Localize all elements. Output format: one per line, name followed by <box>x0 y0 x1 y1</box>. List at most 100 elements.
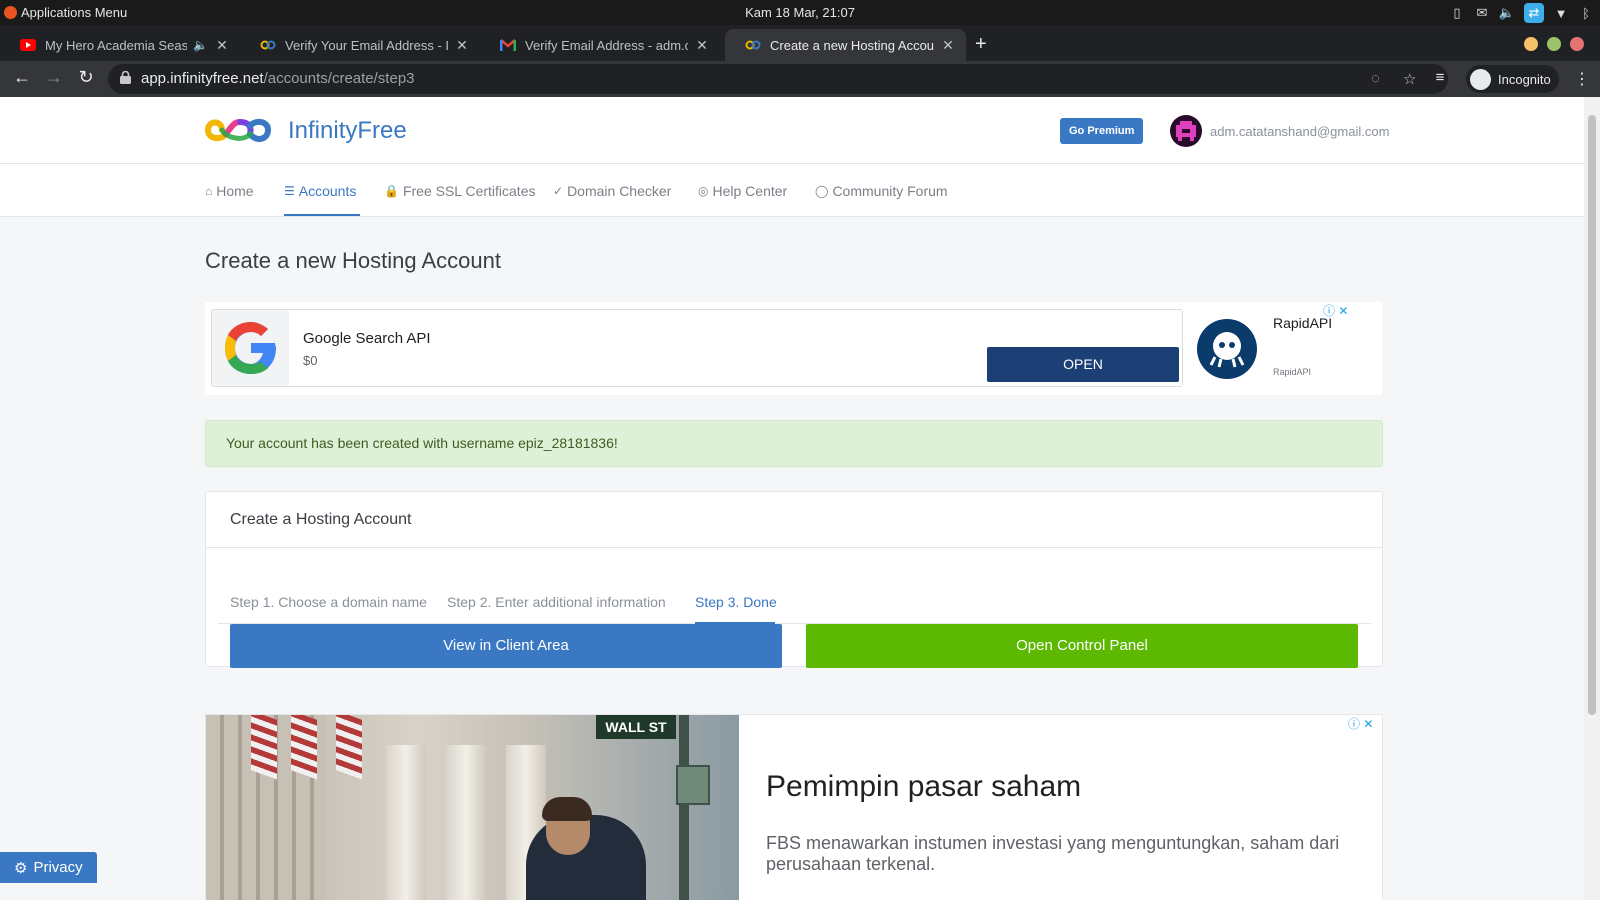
ad-card[interactable]: Google Search API $0 OPEN <box>211 309 1183 387</box>
clock[interactable]: Kam 18 Mar, 21:07 <box>0 5 1600 20</box>
url-host: app.infinityfree.net <box>141 70 264 87</box>
open-control-panel-button[interactable]: Open Control Panel <box>806 624 1358 668</box>
browser-toolbar: ← → ↻ app.infinityfree.net/accounts/crea… <box>0 61 1600 97</box>
incognito-icon <box>1470 68 1491 90</box>
chat-icon: ◯ <box>815 184 829 198</box>
ad-title[interactable]: Google Search API <box>303 330 431 347</box>
browser-tab-strip: My Hero Academia Season 🔈 ✕ Verify Your … <box>0 25 1600 61</box>
tab-close-icon[interactable]: ✕ <box>214 37 230 54</box>
bookmark-star-icon[interactable]: ☆ <box>1403 70 1416 88</box>
os-top-bar: Applications Menu Kam 18 Mar, 21:07 ▯ ✉ … <box>0 0 1600 25</box>
tab-title: Create a new Hosting Account - <box>770 37 934 53</box>
flag <box>336 715 362 780</box>
browser-menu-icon[interactable]: ⋮ <box>1574 69 1590 89</box>
street-lamp <box>676 765 710 805</box>
tab-verify-email-infinityfree[interactable]: Verify Your Email Address - Infin ✕ <box>240 29 480 61</box>
forward-icon[interactable]: → <box>42 67 66 88</box>
ad-banner-bottom[interactable]: WALL ST Pemimpin pasar saham FBS menawar… <box>205 714 1383 900</box>
infinityfree-icon <box>260 37 276 53</box>
infinityfree-icon <box>745 37 761 53</box>
wall-street-sign: WALL ST <box>596 715 676 739</box>
youtube-icon <box>20 37 36 53</box>
nav-item-domain-checker[interactable]: ✓ Domain Checker <box>553 183 671 199</box>
nav-item-community-forum[interactable]: ◯ Community Forum <box>815 183 948 199</box>
brand-name[interactable]: InfinityFree <box>288 117 407 145</box>
check-circle-icon: ✓ <box>553 184 564 198</box>
main-navigation: ⌂ Home ☰ Accounts 🔒 Free SSL Certificate… <box>0 164 1584 217</box>
mail-icon[interactable]: ✉ <box>1474 5 1490 21</box>
nav-item-accounts[interactable]: ☰ Accounts <box>284 183 356 199</box>
user-email[interactable]: adm.catatanshand@gmail.com <box>1210 124 1389 139</box>
sign-post <box>679 715 689 900</box>
server-icon: ☰ <box>284 184 295 198</box>
reload-icon[interactable]: ↻ <box>74 67 98 88</box>
bluetooth-icon[interactable]: ᛒ <box>1578 5 1594 21</box>
ad-image[interactable]: WALL ST <box>206 715 739 900</box>
tab-audio-icon[interactable]: 🔈 <box>193 38 208 52</box>
reading-list-icon[interactable]: ≡ <box>1428 69 1452 86</box>
incognito-label: Incognito <box>1498 71 1551 87</box>
card-title: Create a Hosting Account <box>230 511 412 528</box>
eye-off-icon[interactable]: ◌ <box>1371 70 1380 87</box>
maximize-window-button[interactable] <box>1547 37 1561 51</box>
view-in-client-area-button[interactable]: View in Client Area <box>230 624 782 668</box>
lifebuoy-icon: ◎ <box>698 184 709 198</box>
rapidapi-logo-icon[interactable] <box>1197 319 1257 379</box>
step-3: Step 3. Done <box>695 594 777 610</box>
tab-close-icon[interactable]: ✕ <box>940 37 956 54</box>
nav-item-help-center[interactable]: ◎ Help Center <box>698 183 787 199</box>
privacy-settings-button[interactable]: ⚙ Privacy <box>0 852 97 883</box>
nav-item-home[interactable]: ⌂ Home <box>205 183 254 199</box>
step-2: Step 2. Enter additional information <box>447 594 666 610</box>
adchoices-close-icon[interactable]: ⓘ ✕ <box>1348 715 1373 732</box>
ad-open-button[interactable]: OPEN <box>987 347 1179 382</box>
page-title: Create a new Hosting Account <box>205 248 501 273</box>
nav-item-free-ssl[interactable]: 🔒 Free SSL Certificates <box>384 183 535 199</box>
new-tab-button[interactable]: + <box>975 33 987 56</box>
tab-gmail[interactable]: Verify Email Address - adm.cata ✕ <box>480 29 720 61</box>
google-logo-icon <box>212 310 289 386</box>
web-page: InfinityFree Go Premium adm.catatanshand… <box>0 97 1584 900</box>
tab-youtube[interactable]: My Hero Academia Season 🔈 ✕ <box>0 29 240 61</box>
tab-close-icon[interactable]: ✕ <box>454 37 470 54</box>
column <box>446 745 486 900</box>
ad-description: FBS menawarkan instumen investasi yang m… <box>766 833 1340 874</box>
infinityfree-logo-icon[interactable] <box>204 112 272 148</box>
nav-item-label: Help Center <box>712 183 788 199</box>
back-icon[interactable]: ← <box>10 67 34 88</box>
url-text[interactable]: app.infinityfree.net/accounts/create/ste… <box>141 70 415 87</box>
close-window-button[interactable] <box>1570 37 1584 51</box>
nav-item-label: Domain Checker <box>567 183 672 199</box>
nav-item-label: Accounts <box>298 183 357 199</box>
phone-icon[interactable]: ▯ <box>1449 5 1465 21</box>
flag <box>291 715 317 780</box>
tab-close-icon[interactable]: ✕ <box>694 37 710 54</box>
active-nav-indicator <box>284 214 360 216</box>
lock-icon[interactable] <box>120 71 131 84</box>
person-hair <box>542 797 592 821</box>
success-alert: Your account has been created with usern… <box>205 420 1383 467</box>
avatar[interactable] <box>1170 115 1202 147</box>
ad-banner-top[interactable]: Google Search API $0 OPEN RapidAPI Rapid… <box>205 302 1382 395</box>
scrollbar-thumb[interactable] <box>1588 115 1596 715</box>
adchoices-close-icon[interactable]: ⓘ ✕ <box>1323 302 1348 319</box>
go-premium-button[interactable]: Go Premium <box>1060 118 1144 144</box>
column <box>386 745 426 900</box>
incognito-indicator[interactable]: Incognito <box>1466 65 1559 93</box>
wifi-icon[interactable]: ▼ <box>1553 5 1569 21</box>
tab-create-hosting-account[interactable]: Create a new Hosting Account - ✕ <box>725 29 966 61</box>
teamviewer-icon[interactable]: ⇄ <box>1524 3 1544 23</box>
ad-headline[interactable]: Pemimpin pasar saham <box>766 770 1081 804</box>
home-icon: ⌂ <box>205 184 213 198</box>
site-header: InfinityFree Go Premium adm.catatanshand… <box>0 97 1584 164</box>
card-divider <box>206 547 1382 548</box>
minimize-window-button[interactable] <box>1524 37 1538 51</box>
flag <box>251 715 277 780</box>
address-bar[interactable]: app.infinityfree.net/accounts/create/ste… <box>108 64 1448 94</box>
nav-item-label: Free SSL Certificates <box>402 183 536 199</box>
nav-item-label: Community Forum <box>832 183 948 199</box>
lock-icon: 🔒 <box>384 184 399 198</box>
volume-icon[interactable]: 🔈 <box>1499 5 1515 21</box>
page-scrollbar[interactable] <box>1584 97 1600 900</box>
gear-icon: ⚙ <box>14 859 28 877</box>
